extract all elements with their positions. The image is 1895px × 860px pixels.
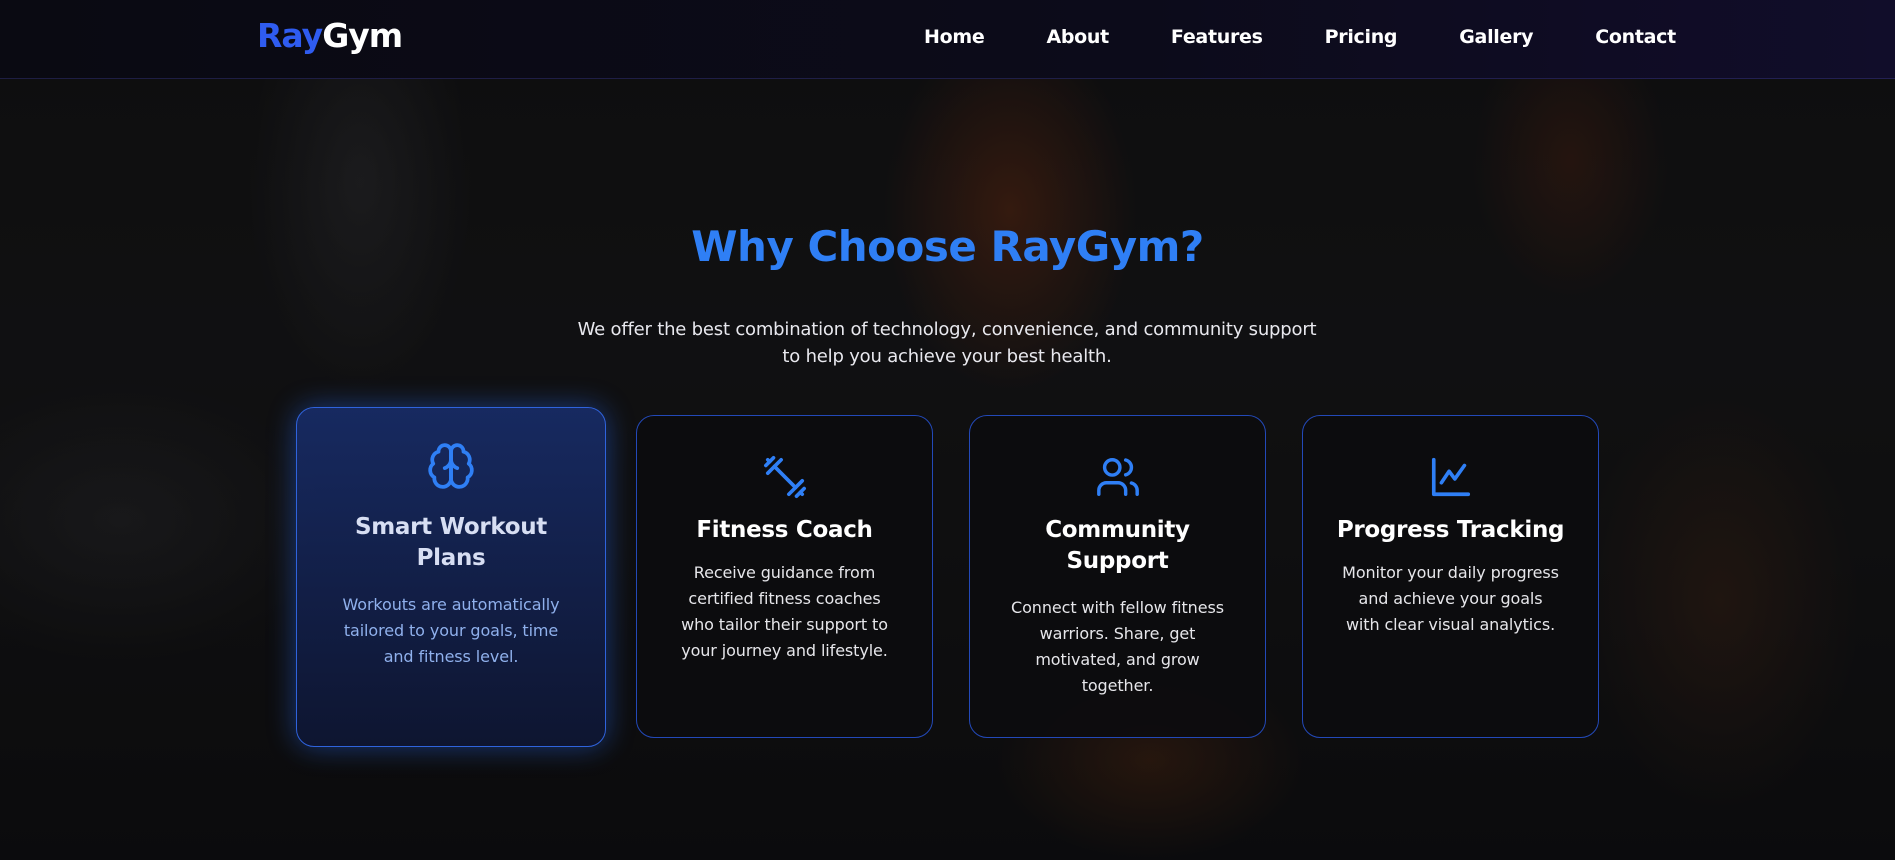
- card-desc-line: with clear visual analytics.: [1345, 615, 1556, 634]
- card-title: Progress Tracking: [1336, 517, 1565, 543]
- card-desc-line: your journey and lifestyle.: [681, 641, 888, 660]
- dumbbell-icon: [763, 456, 806, 498]
- nav-pricing[interactable]: Pricing: [1325, 26, 1398, 48]
- logo[interactable]: RayGym: [257, 16, 403, 55]
- card-desc-line: Receive guidance from: [693, 563, 876, 582]
- card-title: Fitness Coach: [696, 517, 873, 543]
- nav-features[interactable]: Features: [1171, 26, 1263, 48]
- card-desc-line: and fitness level.: [383, 647, 519, 666]
- section-title: Why Choose RayGym?: [691, 222, 1204, 271]
- site-header: RayGym Home About Features Pricing Galle…: [0, 0, 1895, 79]
- card-title: Smart Workout Plans: [297, 512, 605, 574]
- feature-card-fitness-coach[interactable]: Fitness Coach Receive guidance from cert…: [636, 415, 933, 738]
- card-title-line: Community: [1045, 517, 1190, 543]
- background-overlay: [0, 0, 1895, 860]
- chart-line-icon: [1431, 457, 1470, 497]
- nav-about[interactable]: About: [1046, 26, 1109, 48]
- logo-part2: Gym: [322, 16, 403, 55]
- card-desc-line: motivated, and grow: [1035, 650, 1200, 669]
- card-desc-line: tailored to your goals, time: [343, 621, 559, 640]
- card-desc-line: who tailor their support to: [681, 615, 888, 634]
- card-description: Monitor your daily progress and achieve …: [1303, 560, 1598, 638]
- nav-home[interactable]: Home: [924, 26, 985, 48]
- nav-gallery[interactable]: Gallery: [1459, 26, 1533, 48]
- card-desc-line: Monitor your daily progress: [1342, 563, 1559, 582]
- card-desc-line: Connect with fellow fitness: [1011, 598, 1224, 617]
- card-title-line: Support: [1066, 548, 1169, 574]
- users-icon: [1096, 458, 1139, 496]
- card-description: Workouts are automatically tailored to y…: [297, 592, 605, 670]
- card-desc-line: together.: [1081, 676, 1154, 695]
- feature-card-progress-tracking[interactable]: Progress Tracking Monitor your daily pro…: [1302, 415, 1599, 738]
- card-desc-line: warriors. Share, get: [1039, 624, 1196, 643]
- card-title-line: Plans: [416, 545, 486, 571]
- feature-card-smart-workout[interactable]: Smart Workout Plans Workouts are automat…: [296, 407, 606, 747]
- nav-contact[interactable]: Contact: [1595, 26, 1676, 48]
- section-subtitle: We offer the best combination of technol…: [547, 316, 1347, 370]
- card-desc-line: Workouts are automatically: [342, 595, 560, 614]
- subtitle-line: We offer the best combination of technol…: [577, 319, 1317, 340]
- main-nav: Home About Features Pricing Gallery Cont…: [924, 26, 1676, 48]
- subtitle-line: to help you achieve your best health.: [782, 346, 1112, 367]
- feature-card-community-support[interactable]: Community Support Connect with fellow fi…: [969, 415, 1266, 738]
- brain-icon: [428, 443, 474, 489]
- card-desc-line: and achieve your goals: [1358, 589, 1543, 608]
- card-title: Community Support: [970, 515, 1265, 577]
- card-description: Connect with fellow fitness warriors. Sh…: [970, 595, 1265, 699]
- card-desc-line: certified fitness coaches: [688, 589, 881, 608]
- card-description: Receive guidance from certified fitness …: [637, 560, 932, 664]
- card-title-line: Smart Workout: [354, 514, 548, 540]
- logo-part1: Ray: [257, 16, 323, 55]
